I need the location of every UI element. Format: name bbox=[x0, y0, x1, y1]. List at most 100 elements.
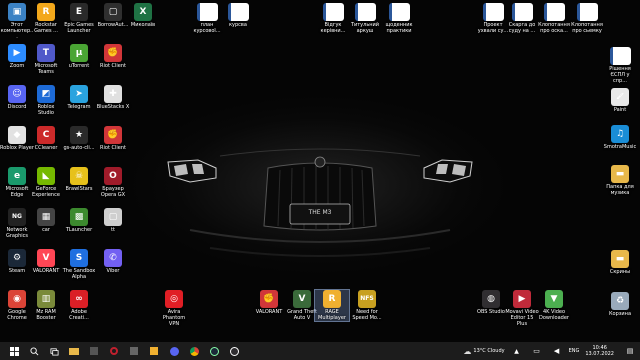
desktop-shortcut[interactable]: μ uTorrent bbox=[62, 44, 96, 69]
desktop-shortcut[interactable]: ▶ Movavi Video Editor 15 Plus bbox=[505, 290, 539, 327]
desktop-shortcut[interactable]: NFS Need for Speed Mo... bbox=[350, 290, 384, 321]
search-icon bbox=[29, 346, 38, 355]
taskbar-app-2[interactable] bbox=[126, 343, 142, 359]
windows-logo-icon bbox=[9, 346, 19, 356]
desktop-shortcut[interactable]: ▼ 4K Video Downloader bbox=[537, 290, 571, 321]
desktop-shortcut[interactable]: ▢ BorrowAut... bbox=[96, 3, 130, 28]
taskbar-steam[interactable] bbox=[206, 343, 222, 359]
notifications-button[interactable]: ▤ bbox=[622, 343, 638, 359]
desktop-shortcut[interactable]: ▦ car bbox=[29, 208, 63, 233]
shortcut-label: Riot Client bbox=[100, 63, 126, 69]
desktop-shortcut[interactable]: ▥ Mz RAM Booster bbox=[29, 290, 63, 321]
obs-icon: ◍ bbox=[482, 290, 500, 308]
desktop-shortcut[interactable]: ▩ TLauncher bbox=[62, 208, 96, 233]
network-icon: ▭ bbox=[533, 347, 540, 355]
word-doc-icon: W bbox=[227, 3, 249, 21]
word-doc-icon: W bbox=[576, 3, 598, 21]
desktop-shortcut[interactable]: ➤ Telegram bbox=[62, 85, 96, 110]
chevron-up-icon: ▲ bbox=[514, 347, 519, 355]
search-button[interactable] bbox=[26, 343, 42, 359]
discord-icon bbox=[169, 346, 179, 356]
shortcut-label: VALORANT bbox=[255, 309, 283, 315]
desktop-shortcut[interactable]: W Рішення ЄСПЛ у спр... bbox=[603, 47, 637, 84]
desktop-shortcut[interactable]: C CCleaner bbox=[29, 126, 63, 151]
taskbar-explorer[interactable] bbox=[66, 343, 82, 359]
viber-icon: ✆ bbox=[104, 249, 122, 267]
taskbar-opera-gx[interactable] bbox=[106, 343, 122, 359]
taskbar-obs[interactable] bbox=[226, 343, 242, 359]
shortcut-label: RAGE Multiplayer bbox=[318, 309, 346, 321]
desktop-shortcut[interactable]: ◣ GeForce Experience bbox=[29, 167, 63, 198]
speaker-icon: ◀ bbox=[553, 347, 560, 355]
desktop-shortcut[interactable]: ▬ Папка для музика bbox=[603, 165, 637, 196]
desktop-shortcut[interactable]: Wплан курсової... bbox=[190, 3, 224, 34]
desktop-shortcut[interactable]: S The Sandbox Alpha bbox=[62, 249, 96, 280]
desktop-shortcut[interactable]: ✊ Riot Client bbox=[96, 44, 130, 69]
desktop-shortcut[interactable]: ♻ Корзина bbox=[603, 292, 637, 317]
gta-icon: V bbox=[293, 290, 311, 308]
taskbar-app-1[interactable] bbox=[86, 343, 102, 359]
desktop-shortcut[interactable]: T Microsoft Teams bbox=[29, 44, 63, 75]
desktop-shortcut[interactable]: ♫ SmotraMusic bbox=[603, 125, 637, 150]
desktop-shortcut[interactable]: V Grand Theft Auto V bbox=[285, 290, 319, 321]
nfs-icon: NFS bbox=[358, 290, 376, 308]
shortcut-label: Рішення ЄСПЛ у спр... bbox=[609, 66, 631, 84]
taskbar-rage-mp[interactable] bbox=[146, 343, 162, 359]
desktop-shortcut[interactable]: ◍ OBS Studio bbox=[474, 290, 508, 315]
desktop-shortcut[interactable]: V VALORANT bbox=[29, 249, 63, 274]
desktop-shortcut[interactable]: R Rockstar Games ... bbox=[29, 3, 63, 34]
desktop-shortcut[interactable]: ☠ BrawlStars bbox=[62, 167, 96, 192]
desktop-shortcut[interactable]: W Клопотання про сьемку bbox=[570, 3, 604, 34]
ccleaner-icon: C bbox=[37, 126, 55, 144]
desktop-shortcut[interactable]: ✊ VALORANT bbox=[252, 290, 286, 315]
avira-icon: ◎ bbox=[165, 290, 183, 308]
shortcut-label: SmotraMusic bbox=[603, 144, 637, 150]
desktop-shortcut[interactable]: ◩ Roblox Studio bbox=[29, 85, 63, 116]
desktop-shortcut[interactable]: X Миколаїв bbox=[126, 3, 160, 28]
epic-icon: E bbox=[70, 3, 88, 21]
desktop-shortcut[interactable]: ◎ Avira Phantom VPN bbox=[157, 290, 191, 327]
desktop-shortcut[interactable]: 🖌 Paint bbox=[603, 88, 637, 113]
desktop-shortcut[interactable]: ✊ Riot Client bbox=[96, 126, 130, 151]
taskbar-chrome[interactable] bbox=[186, 343, 202, 359]
steam-icon bbox=[209, 346, 219, 356]
desktop-shortcut[interactable]: W Відгук керівни... bbox=[316, 3, 350, 34]
desktop-shortcut[interactable]: W Титульний аркуш bbox=[348, 3, 382, 34]
volume-button[interactable]: ◀ bbox=[549, 343, 565, 359]
shortcut-label: Корзина bbox=[608, 311, 632, 317]
desktop-shortcut[interactable]: ▢ tt bbox=[96, 208, 130, 233]
rage-mp-icon: R bbox=[323, 290, 341, 308]
desktop-shortcut[interactable]: Wкурсва bbox=[221, 3, 255, 28]
network-button[interactable]: ▭ bbox=[529, 343, 545, 359]
desktop-shortcut[interactable]: Wщоденник практики bbox=[382, 3, 416, 34]
sandbox-icon: S bbox=[70, 249, 88, 267]
desktop-shortcut[interactable]: E Epic Games Launcher bbox=[62, 3, 96, 34]
brawlstars-icon: ☠ bbox=[70, 167, 88, 185]
desktop-shortcut[interactable]: ★ gs-auto-cli... bbox=[62, 126, 96, 151]
desktop-shortcut[interactable]: ✚ BlueStacks X bbox=[96, 85, 130, 110]
start-button[interactable] bbox=[6, 343, 22, 359]
desktop-shortcut[interactable]: ▬ Скрины bbox=[603, 250, 637, 275]
desktop-shortcut[interactable]: W Скарга до суду на ... bbox=[505, 3, 539, 34]
weather-widget[interactable]: ☁ 13°C Cloudy bbox=[463, 343, 504, 359]
desktop-shortcut[interactable]: O Браузер Opera GX bbox=[96, 167, 130, 198]
steam-icon: ⚙ bbox=[8, 249, 26, 267]
shortcut-label: CCleaner bbox=[34, 145, 58, 151]
desktop-shortcut[interactable]: ∞ Adobe Creati... bbox=[62, 290, 96, 321]
folder-icon: ▬ bbox=[611, 250, 629, 268]
desktop-shortcut[interactable]: R RAGE Multiplayer bbox=[314, 289, 350, 322]
clock[interactable]: 10:46 13.07.2022 bbox=[585, 345, 614, 357]
excel-icon: X bbox=[134, 3, 152, 21]
paint-icon: 🖌 bbox=[611, 88, 629, 106]
riot-icon-2: ✊ bbox=[104, 126, 122, 144]
language-button[interactable]: ENG bbox=[569, 343, 580, 359]
desktop-shortcut[interactable]: ✆ Viber bbox=[96, 249, 130, 274]
task-view-button[interactable] bbox=[46, 343, 62, 359]
desktop-shortcut[interactable]: W Клопотання про оска... bbox=[537, 3, 571, 34]
tray-overflow-button[interactable]: ▲ bbox=[509, 343, 525, 359]
shortcut-label: Скарга до суду на ... bbox=[508, 22, 536, 34]
taskbar-discord[interactable] bbox=[166, 343, 182, 359]
cloud-icon: ☁ bbox=[463, 346, 472, 356]
shortcut-label: uTorrent bbox=[68, 63, 90, 69]
shortcut-label: BlueStacks X bbox=[96, 104, 130, 110]
